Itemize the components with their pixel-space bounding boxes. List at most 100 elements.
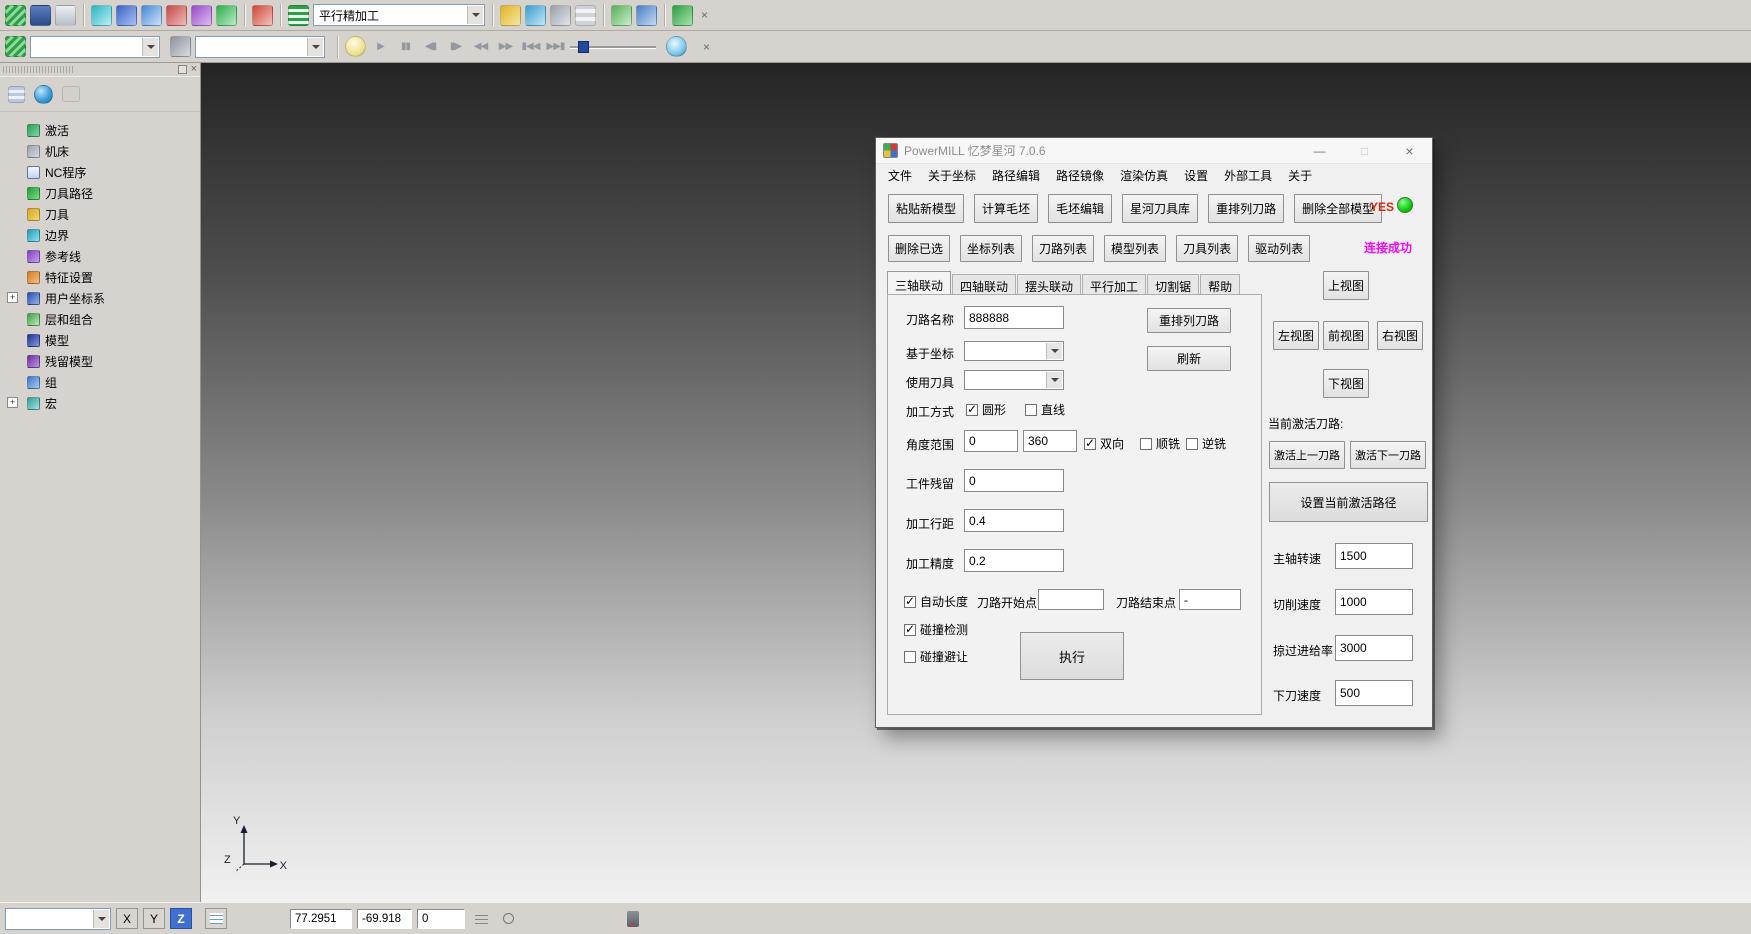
bidirectional-option[interactable]: 双向 bbox=[1084, 435, 1124, 452]
powermill-logo-icon[interactable] bbox=[5, 5, 26, 26]
clipboard-icon[interactable] bbox=[636, 5, 657, 26]
save-icon[interactable] bbox=[30, 5, 51, 26]
toolpath-list-icon[interactable] bbox=[5, 36, 26, 57]
menu-render-sim[interactable]: 渲染仿真 bbox=[1112, 167, 1176, 184]
chevron-down-icon[interactable] bbox=[142, 38, 158, 56]
strategy-combobox[interactable]: 平行精加工 bbox=[313, 4, 485, 26]
plunge-feed-input[interactable] bbox=[1335, 680, 1413, 706]
tool-red-icon[interactable] bbox=[252, 5, 273, 26]
angle-start-input[interactable] bbox=[964, 430, 1018, 452]
tool-list-button[interactable]: 刀具列表 bbox=[1176, 235, 1238, 262]
tool-combobox[interactable] bbox=[195, 36, 325, 58]
chevron-down-icon[interactable] bbox=[467, 6, 483, 24]
tool-select-icon[interactable] bbox=[170, 36, 191, 57]
auto-length-option[interactable]: 自动长度 bbox=[904, 593, 968, 610]
axis-z-button[interactable]: Z bbox=[170, 908, 192, 929]
step-forward-icon[interactable]: ▮▶ bbox=[445, 36, 466, 57]
drive-list-button[interactable]: 驱动列表 bbox=[1248, 235, 1310, 262]
menu-external-tools[interactable]: 外部工具 bbox=[1216, 167, 1280, 184]
skim-feed-input[interactable] bbox=[1335, 635, 1413, 661]
ghost-icon[interactable] bbox=[62, 86, 80, 102]
tree-item-tools[interactable]: 刀具 bbox=[0, 205, 200, 223]
statusbar-combobox[interactable] bbox=[5, 908, 111, 930]
explorer-float-button[interactable] bbox=[178, 65, 187, 74]
coordinate-z-field[interactable] bbox=[417, 909, 465, 929]
explorer-dock-header[interactable]: × bbox=[0, 63, 200, 76]
mode-circle-option[interactable]: 圆形 bbox=[966, 401, 1006, 418]
toolpath-list-button[interactable]: 刀路列表 bbox=[1032, 235, 1094, 262]
tree-item-stock-models[interactable]: 残留模型 bbox=[0, 352, 200, 370]
tree-item-workplanes[interactable]: + 用户坐标系 bbox=[0, 289, 200, 307]
based-workplane-combobox[interactable] bbox=[964, 341, 1064, 361]
stock-remain-input[interactable] bbox=[964, 469, 1064, 492]
toolbar-close-icon[interactable]: × bbox=[697, 8, 712, 22]
menu-settings[interactable]: 设置 bbox=[1176, 167, 1216, 184]
menu-about[interactable]: 关于 bbox=[1280, 167, 1320, 184]
coordinate-x-field[interactable] bbox=[290, 909, 352, 929]
chevron-down-icon[interactable] bbox=[1046, 372, 1062, 388]
menu-file[interactable]: 文件 bbox=[880, 167, 920, 184]
climb-checkbox[interactable] bbox=[1140, 438, 1152, 450]
fast-forward-icon[interactable]: ▶▶ bbox=[495, 36, 516, 57]
chevron-down-icon[interactable] bbox=[93, 910, 109, 928]
activate-prev-button[interactable]: 激活上一刀路 bbox=[1269, 441, 1345, 469]
simulate-icon[interactable] bbox=[672, 5, 693, 26]
refresh-button[interactable]: 刷新 bbox=[1147, 346, 1231, 371]
globe-icon[interactable] bbox=[34, 85, 53, 104]
bidirectional-checkbox[interactable] bbox=[1084, 438, 1096, 450]
set-active-path-button[interactable]: 设置当前激活路径 bbox=[1269, 482, 1428, 522]
lightbulb-icon[interactable] bbox=[345, 36, 366, 57]
tab-4axis[interactable]: 四轴联动 bbox=[952, 274, 1016, 294]
tree-item-feature-sets[interactable]: 特征设置 bbox=[0, 268, 200, 286]
tree-item-levels-sets[interactable]: 层和组合 bbox=[0, 310, 200, 328]
gauge-icon[interactable] bbox=[550, 5, 571, 26]
view-bottom-button[interactable]: 下视图 bbox=[1323, 369, 1369, 398]
coordinate-y-field[interactable] bbox=[357, 909, 412, 929]
line-checkbox[interactable] bbox=[1025, 404, 1037, 416]
collision-check-option[interactable]: 碰撞检测 bbox=[904, 621, 968, 638]
angle-end-input[interactable] bbox=[1023, 430, 1077, 452]
spindle-speed-input[interactable] bbox=[1335, 543, 1413, 569]
tree-item-toolpaths[interactable]: 刀具路径 bbox=[0, 184, 200, 202]
print-icon[interactable] bbox=[55, 5, 76, 26]
tool-yellow-icon[interactable] bbox=[500, 5, 521, 26]
model-list-button[interactable]: 模型列表 bbox=[1104, 235, 1166, 262]
stats-icon[interactable] bbox=[611, 5, 632, 26]
tree-view-icon[interactable] bbox=[8, 86, 25, 103]
minimize-icon[interactable]: — bbox=[1297, 138, 1342, 164]
view-top-button[interactable]: 上视图 bbox=[1323, 271, 1369, 300]
stepover-input[interactable] bbox=[964, 509, 1064, 532]
draw-blue-icon[interactable] bbox=[141, 5, 162, 26]
delete-selected-button[interactable]: 删除已选 bbox=[888, 235, 950, 262]
chart-icon[interactable] bbox=[525, 5, 546, 26]
clock-icon[interactable] bbox=[666, 36, 687, 57]
go-start-icon[interactable]: ▮◀◀ bbox=[520, 36, 541, 57]
chevron-down-icon[interactable] bbox=[1046, 343, 1062, 359]
toolpath-combobox[interactable] bbox=[30, 36, 160, 58]
dock-grip[interactable] bbox=[3, 66, 73, 73]
axis-y-button[interactable]: Y bbox=[143, 908, 165, 929]
pattern-icon[interactable] bbox=[191, 5, 212, 26]
dialog-titlebar[interactable]: PowerMILL 忆梦星河 7.0.6 — □ × bbox=[876, 138, 1432, 164]
view-left-button[interactable]: 左视图 bbox=[1273, 321, 1319, 350]
view-front-button[interactable]: 前视图 bbox=[1323, 321, 1369, 350]
expander-icon[interactable]: + bbox=[7, 292, 18, 303]
workplane-icon[interactable] bbox=[91, 5, 112, 26]
tab-swivel-head[interactable]: 摆头联动 bbox=[1017, 274, 1081, 294]
collision-avoid-checkbox[interactable] bbox=[904, 651, 916, 663]
simulation-speed-slider[interactable] bbox=[570, 38, 656, 56]
slider-handle[interactable] bbox=[578, 41, 589, 53]
reorder-toolpaths-button[interactable]: 重排列刀路 bbox=[1208, 194, 1284, 223]
execute-button[interactable]: 执行 bbox=[1020, 632, 1124, 680]
conventional-checkbox[interactable] bbox=[1186, 438, 1198, 450]
tree-item-models[interactable]: 模型 bbox=[0, 331, 200, 349]
strategy-lines-icon[interactable] bbox=[288, 5, 309, 26]
tree-item-activate[interactable]: 激活 bbox=[0, 121, 200, 139]
tree-item-groups[interactable]: 组 bbox=[0, 373, 200, 391]
toolpath-name-input[interactable] bbox=[964, 306, 1064, 329]
menu-path-edit[interactable]: 路径编辑 bbox=[984, 167, 1048, 184]
calc-block-button[interactable]: 计算毛坯 bbox=[974, 194, 1038, 223]
calculator-icon[interactable] bbox=[575, 5, 596, 26]
toolpath-icon[interactable] bbox=[216, 5, 237, 26]
pause-icon[interactable]: ▮▮ bbox=[395, 36, 416, 57]
